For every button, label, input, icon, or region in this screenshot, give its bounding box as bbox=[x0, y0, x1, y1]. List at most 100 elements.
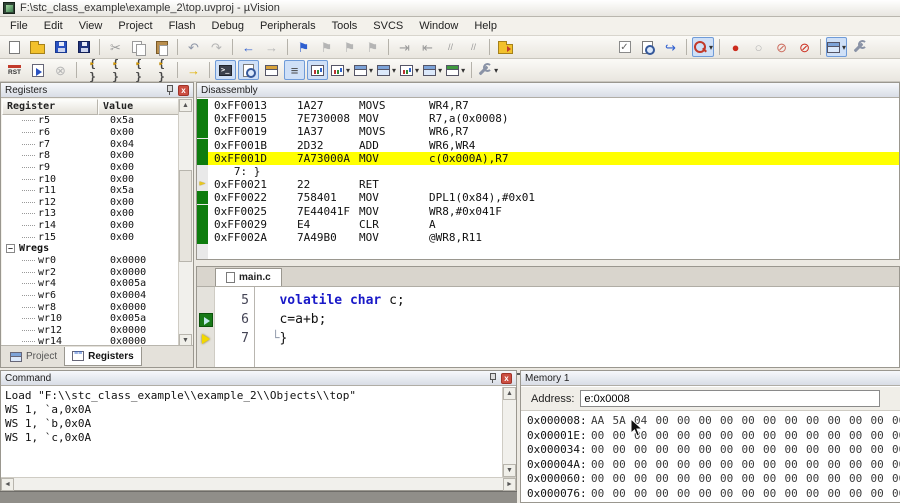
flash-download-button[interactable] bbox=[495, 37, 516, 57]
clear-bookmarks-button[interactable]: ⚑ bbox=[362, 37, 383, 57]
dropdown-arrow-icon[interactable]: ▾ bbox=[842, 43, 846, 52]
memory-byte[interactable]: 00 bbox=[613, 487, 635, 500]
insert-bookmark-button[interactable]: ⚑ bbox=[293, 37, 314, 57]
memory-byte[interactable]: 5A bbox=[613, 414, 635, 427]
close-icon[interactable]: x bbox=[178, 85, 189, 96]
peripherals-windows-button[interactable]: ▾ bbox=[445, 60, 466, 80]
menu-view[interactable]: View bbox=[71, 18, 111, 34]
pin-icon[interactable] bbox=[488, 373, 497, 383]
memory-byte[interactable]: 00 bbox=[871, 472, 893, 485]
memory-row[interactable]: 0x000076:0000000000000000000000000000000… bbox=[527, 487, 900, 502]
memory-byte[interactable]: 00 bbox=[763, 487, 785, 500]
find-menu-button[interactable]: ▾ bbox=[692, 37, 714, 57]
disassembly-row[interactable]: 0xFF0029E4CLRA bbox=[197, 218, 899, 231]
register-row[interactable]: r140x00 bbox=[2, 220, 180, 232]
memory-byte[interactable]: 00 bbox=[720, 414, 742, 427]
menu-edit[interactable]: Edit bbox=[36, 18, 71, 34]
memory-byte[interactable]: 00 bbox=[656, 472, 678, 485]
memory-byte[interactable]: 00 bbox=[742, 487, 764, 500]
memory-byte[interactable]: 00 bbox=[742, 414, 764, 427]
memory-byte[interactable]: 00 bbox=[699, 429, 721, 442]
watch-windows-button[interactable]: ▾ bbox=[376, 60, 397, 80]
registers-scrollbar[interactable]: ▲ ▼ bbox=[178, 99, 192, 347]
memory-byte[interactable]: 00 bbox=[591, 472, 613, 485]
step-over-button[interactable]: { } bbox=[105, 60, 126, 80]
memory-byte[interactable]: 00 bbox=[785, 414, 807, 427]
unindent-button[interactable]: ⇤ bbox=[417, 37, 438, 57]
disassembly-row[interactable]: 0xFF002A7A49B0MOV@WR8,R11 bbox=[197, 231, 899, 244]
disassembly-row[interactable]: ►0xFF002122RET bbox=[197, 178, 899, 191]
memory-byte[interactable]: 00 bbox=[828, 443, 850, 456]
cut-button[interactable]: ✂ bbox=[105, 37, 126, 57]
command-vscrollbar[interactable]: ▲ ▼ bbox=[502, 387, 516, 477]
memory-byte[interactable]: 00 bbox=[742, 443, 764, 456]
memory-byte[interactable]: 00 bbox=[871, 429, 893, 442]
menu-project[interactable]: Project bbox=[110, 18, 160, 34]
menu-peripherals[interactable]: Peripherals bbox=[252, 18, 324, 34]
memory-byte[interactable]: 00 bbox=[634, 487, 656, 500]
memory-byte[interactable]: 00 bbox=[677, 487, 699, 500]
column-header-register[interactable]: Register bbox=[2, 99, 98, 115]
memory-byte[interactable]: 00 bbox=[699, 443, 721, 456]
memory-byte[interactable]: 00 bbox=[849, 487, 871, 500]
serial-windows-button[interactable]: ≡ bbox=[284, 60, 305, 80]
memory-row[interactable]: 0x000060:0000000000000000000000000000000… bbox=[527, 472, 900, 487]
analysis-windows-button[interactable] bbox=[307, 60, 328, 80]
memory-byte[interactable]: 00 bbox=[806, 472, 828, 485]
memory-byte[interactable]: 00 bbox=[849, 414, 871, 427]
dropdown-arrow-icon[interactable]: ▾ bbox=[438, 66, 442, 75]
tree-collapse-icon[interactable]: − bbox=[6, 244, 15, 253]
scroll-right-icon[interactable]: ► bbox=[503, 478, 516, 491]
register-row[interactable]: wr100x005a bbox=[2, 313, 180, 325]
scroll-up-icon[interactable]: ▲ bbox=[179, 99, 192, 112]
disassembly-row[interactable]: 0xFF00257E44041FMOVWR8,#0x041F bbox=[197, 205, 899, 218]
serial-window-button[interactable]: ▾ bbox=[422, 60, 443, 80]
memory-byte[interactable]: 00 bbox=[806, 487, 828, 500]
memory-windows-button[interactable]: ▾ bbox=[399, 60, 420, 80]
disassembly-row[interactable]: 7: } bbox=[197, 165, 899, 178]
register-row[interactable]: r70x04 bbox=[2, 138, 180, 150]
register-row[interactable]: r60x00 bbox=[2, 127, 180, 139]
memory-byte[interactable]: 00 bbox=[591, 458, 613, 471]
register-row[interactable]: wr00x0000 bbox=[2, 255, 180, 267]
memory-byte[interactable]: 00 bbox=[785, 487, 807, 500]
memory-byte[interactable]: 00 bbox=[677, 472, 699, 485]
close-icon[interactable]: x bbox=[501, 373, 512, 384]
memory-byte[interactable]: 00 bbox=[720, 443, 742, 456]
memory-byte[interactable]: 00 bbox=[806, 429, 828, 442]
run-button[interactable] bbox=[27, 60, 48, 80]
scroll-left-icon[interactable]: ◄ bbox=[1, 478, 14, 491]
memory-byte[interactable]: 00 bbox=[785, 458, 807, 471]
dropdown-arrow-icon[interactable]: ▾ bbox=[392, 66, 396, 75]
redo-button[interactable]: ↷ bbox=[206, 37, 227, 57]
memory-byte[interactable]: 00 bbox=[785, 443, 807, 456]
memory-byte[interactable]: 00 bbox=[591, 443, 613, 456]
next-bookmark-button[interactable]: ⚑ bbox=[339, 37, 360, 57]
new-file-button[interactable] bbox=[4, 37, 25, 57]
reset-cpu-button[interactable]: RST bbox=[4, 60, 25, 80]
command-window-button[interactable] bbox=[215, 60, 236, 80]
memory-byte[interactable]: 00 bbox=[720, 472, 742, 485]
step-into-button[interactable]: { } bbox=[82, 60, 103, 80]
memory-byte[interactable]: 00 bbox=[828, 472, 850, 485]
memory-byte[interactable]: 00 bbox=[677, 429, 699, 442]
memory-byte[interactable]: 00 bbox=[634, 472, 656, 485]
tab-project[interactable]: Project bbox=[3, 347, 64, 366]
register-row[interactable]: r100x00 bbox=[2, 173, 180, 185]
disassembly-content[interactable]: 0xFF00131A27MOVSWR4,R70xFF00157E730008MO… bbox=[197, 99, 899, 259]
customize-tools-button[interactable] bbox=[849, 37, 870, 57]
memory-byte[interactable]: 00 bbox=[849, 429, 871, 442]
editor-line[interactable]: 7 └} bbox=[197, 329, 899, 348]
disassembly-row[interactable]: 0xFF001D7A73000AMOVc(0x000A),R7 bbox=[197, 152, 899, 165]
tab-registers[interactable]: Registers bbox=[64, 347, 142, 366]
memory-byte[interactable]: 00 bbox=[656, 458, 678, 471]
scroll-up-icon[interactable]: ▲ bbox=[503, 387, 516, 400]
memory-byte[interactable]: 00 bbox=[763, 429, 785, 442]
debug-tools-button[interactable]: ▾ bbox=[477, 60, 499, 80]
memory-byte[interactable]: 00 bbox=[613, 458, 635, 471]
menu-file[interactable]: File bbox=[2, 18, 36, 34]
command-hscrollbar[interactable]: ◄ ► bbox=[1, 477, 516, 490]
memory-content[interactable]: 0x000008:AA5A040000000000000000000000000… bbox=[521, 411, 900, 502]
memory-byte[interactable]: 00 bbox=[699, 414, 721, 427]
disassembly-row[interactable]: 0xFF00157E730008MOVR7,a(0x0008) bbox=[197, 112, 899, 125]
